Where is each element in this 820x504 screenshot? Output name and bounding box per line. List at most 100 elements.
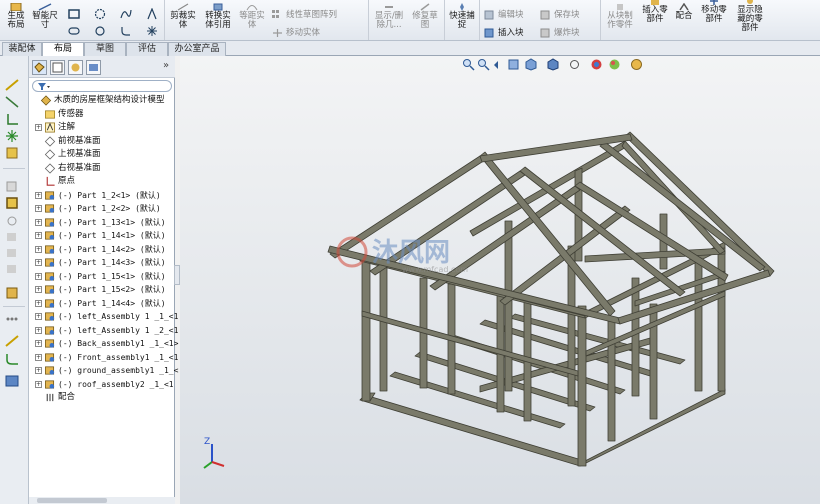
linear-pattern-item[interactable]: 线性草图阵列 — [272, 8, 337, 20]
belt-icon — [7, 265, 16, 273]
stretch-tool[interactable] — [4, 246, 20, 260]
layout-button[interactable]: 生成 布局 — [3, 3, 29, 30]
tree-expand-toggle[interactable]: + — [35, 205, 42, 212]
trim-entities-button[interactable]: 剪裁实 体 — [166, 3, 200, 30]
centerline-tool[interactable] — [4, 95, 20, 109]
filter-icon — [38, 83, 50, 90]
plane-icon — [44, 135, 56, 147]
tree-expand-toggle[interactable]: + — [35, 272, 42, 280]
slot-tool-icon[interactable] — [68, 25, 80, 37]
feature-manager-tabs: » — [29, 56, 175, 78]
tree-expand-toggle[interactable]: + — [35, 380, 42, 388]
block-insert-icon — [6, 197, 18, 209]
axis-icon — [7, 114, 18, 125]
part-icon — [45, 285, 55, 294]
point-tool-icon[interactable] — [146, 25, 158, 37]
origin-tool[interactable] — [4, 112, 20, 126]
text-tool-icon[interactable] — [146, 8, 158, 20]
insert-block-item[interactable]: 插入块 — [484, 26, 524, 38]
feature-tree-tab[interactable] — [32, 60, 47, 75]
tree-expand-toggle[interactable]: + — [35, 299, 42, 307]
tree-horizontal-scrollbar[interactable] — [29, 497, 175, 504]
house-frame-model[interactable]: 沐风网 www.mfcad.com Z — [180, 56, 820, 504]
move-entities-item[interactable]: 移动实体 — [272, 26, 320, 38]
explode-block-item[interactable]: 爆炸块 — [540, 26, 580, 38]
scrollbar-thumb[interactable] — [37, 498, 107, 503]
assembly-tool[interactable] — [4, 286, 20, 300]
fillet-tool-icon[interactable] — [120, 25, 132, 37]
tab-layout[interactable]: 布局 — [42, 42, 84, 57]
convert-entities-button[interactable]: 转换实 体引用 — [200, 3, 236, 30]
tree-expand-toggle[interactable]: + — [35, 245, 42, 253]
tree-expand-toggle[interactable]: + — [35, 124, 42, 131]
mates-folder-icon — [46, 393, 54, 402]
tree-expand-toggle[interactable]: + — [35, 353, 42, 361]
show-hidden-components-button[interactable]: 显示隐 藏的零 部件 — [732, 0, 768, 33]
tab-sketch[interactable]: 草图 — [84, 42, 126, 56]
property-manager-tab[interactable] — [50, 60, 65, 75]
model-frame — [327, 131, 775, 467]
tree-expand-toggle[interactable]: + — [35, 313, 42, 320]
tree-filter-field[interactable] — [32, 80, 172, 92]
tree-expand-toggle[interactable]: + — [35, 286, 42, 293]
tree-item-label: (-) Part 1_2<2> (默认) — [58, 204, 161, 213]
make-part-from-block-label: 从块制 作零件 — [607, 11, 633, 30]
tree-expand-toggle[interactable]: + — [35, 340, 42, 347]
watermark-title: 沐风网 — [372, 238, 450, 268]
copy-icon — [6, 181, 17, 192]
copy-tool[interactable] — [4, 180, 20, 194]
graphics-area[interactable]: 沐风网 www.mfcad.com Z — [180, 56, 820, 504]
insert-component-button[interactable]: 插入零 部件 — [638, 0, 672, 24]
rectangle-tool-icon[interactable] — [68, 8, 80, 20]
plane-icon — [44, 149, 56, 160]
tab-evaluate[interactable]: 评估 — [126, 42, 168, 56]
part-icon — [45, 258, 55, 267]
quick-snaps-icon — [460, 3, 464, 11]
edit-block-item[interactable]: 编辑块 — [484, 8, 524, 20]
double-chevron-right-icon[interactable]: » — [163, 60, 169, 71]
spline-tool-icon[interactable] — [120, 8, 132, 20]
save-block-item[interactable]: 保存块 — [540, 8, 580, 20]
part-icon — [45, 217, 55, 227]
smart-dimension-button[interactable]: 智能尺 寸 — [30, 3, 60, 30]
tree-expand-toggle[interactable]: + — [35, 191, 42, 199]
line-tool[interactable] — [4, 78, 20, 92]
explode-block-label: 爆炸块 — [554, 28, 580, 38]
block-tool[interactable] — [4, 146, 20, 160]
tree-item-label: 右视基准面 — [58, 162, 101, 173]
command-manager-ribbon: 生成 布局 智能尺 寸 剪裁实 体 转换实 体引用 等距实 体 线性草图阵列 移… — [0, 0, 820, 41]
tree-expand-toggle[interactable]: + — [35, 232, 42, 239]
block-insert-tool[interactable] — [4, 196, 20, 210]
rotate-tool[interactable] — [4, 214, 20, 228]
configuration-manager-tab[interactable] — [68, 60, 83, 75]
coordinate-triad: Z — [203, 437, 225, 469]
tree-expand-toggle[interactable]: + — [35, 326, 42, 334]
pattern-tool[interactable] — [4, 312, 20, 326]
star-icon — [6, 130, 18, 142]
repair-sketch-button[interactable]: 修复草 图 — [408, 3, 442, 30]
polygon-tool-icon[interactable] — [94, 25, 106, 37]
tree-item-label: (-) left_Assembly 1 _1_<1 — [58, 312, 179, 321]
circle-tool-icon[interactable] — [94, 8, 106, 20]
tree-expand-toggle[interactable]: + — [35, 218, 42, 226]
offset-entities-button[interactable]: 等距实 体 — [236, 3, 268, 30]
tab-assembly[interactable]: 装配体 — [2, 42, 42, 56]
display-manager-tab[interactable] — [86, 60, 101, 75]
move-component-button[interactable]: 移动零 部件 — [697, 0, 731, 24]
quick-snaps-button[interactable]: 快速捕 捉 — [446, 3, 478, 30]
watermark-url: www.mfcad.com — [402, 265, 468, 274]
tree-expand-toggle[interactable]: + — [35, 259, 42, 266]
toolbar-separator — [3, 306, 25, 307]
display-delete-relations-button[interactable]: 显示/删 除几... — [370, 3, 408, 30]
belt-tool[interactable] — [4, 262, 20, 276]
point-tool[interactable] — [4, 129, 20, 143]
property-manager-icon — [52, 62, 63, 73]
sketch-fillet-tool[interactable] — [4, 352, 20, 366]
mate-button[interactable]: 配合 — [672, 3, 696, 21]
scale-tool[interactable] — [4, 230, 20, 244]
tab-office-products[interactable]: 办公室产品 — [168, 42, 226, 56]
make-part-from-block-button[interactable]: 从块制 作零件 — [602, 3, 638, 30]
display-tool[interactable] — [4, 374, 20, 388]
dimension-tool[interactable] — [4, 334, 20, 348]
tree-expand-toggle[interactable]: + — [35, 367, 42, 374]
